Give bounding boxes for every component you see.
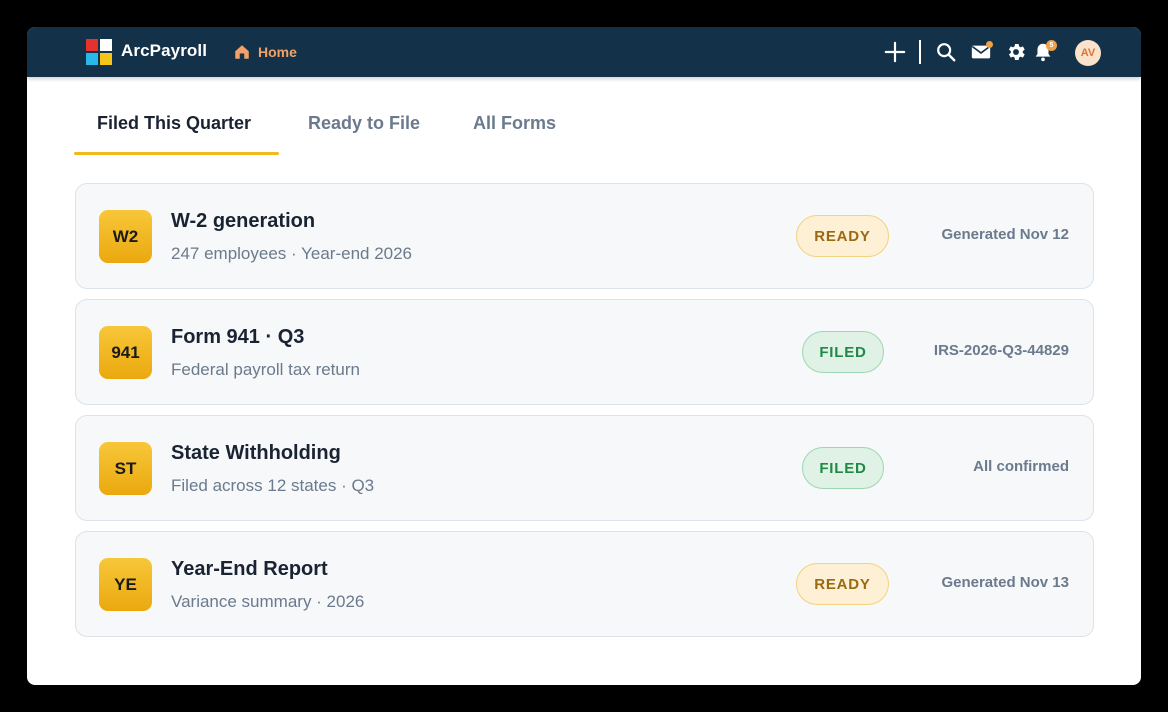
gear-icon [1008, 44, 1025, 60]
form-meta: Generated Nov 12 [941, 226, 1069, 243]
active-tab-indicator [74, 152, 279, 155]
status-badge: READY [796, 215, 889, 257]
settings-button[interactable] [1004, 40, 1028, 64]
nav-divider [919, 40, 921, 64]
form-title: W-2 generation [171, 210, 316, 232]
form-subtitle: Filed across 12 states · Q3 [171, 476, 375, 495]
form-code-badge: 941 [99, 326, 152, 379]
form-title: Form 941 · Q3 [171, 326, 305, 348]
home-link-label: Home [258, 44, 297, 60]
form-subtitle: Variance summary · 2026 [171, 592, 365, 611]
home-link[interactable]: Home [233, 42, 297, 62]
form-card-year-end-report[interactable]: YE Year-End Report Variance summary · 20… [75, 531, 1094, 637]
form-meta: IRS-2026-Q3-44829 [933, 342, 1069, 359]
plus-icon [884, 41, 906, 63]
app-window: ArcPayroll Home 5 AV Filed This Quarter … [27, 27, 1141, 685]
form-subtitle: Federal payroll tax return [171, 360, 360, 379]
status-badge: FILED [802, 331, 884, 373]
home-icon [235, 45, 249, 59]
notification-count-badge: 5 [1046, 40, 1057, 51]
add-button[interactable] [883, 40, 907, 64]
form-code-badge: YE [99, 558, 152, 611]
form-title: Year-End Report [171, 558, 328, 580]
user-avatar[interactable]: AV [1075, 40, 1101, 66]
brand-logo-icon[interactable] [86, 39, 113, 66]
form-card-state-withholding[interactable]: ST State Withholding Filed across 12 sta… [75, 415, 1094, 521]
search-icon [937, 43, 956, 62]
mail-unread-dot [986, 41, 993, 48]
search-button[interactable] [934, 40, 958, 64]
form-title: State Withholding [171, 442, 341, 464]
mail-button[interactable] [969, 40, 993, 64]
form-subtitle: 247 employees · Year-end 2026 [171, 244, 413, 263]
form-code-badge: W2 [99, 210, 152, 263]
brand-name[interactable]: ArcPayroll [121, 41, 207, 61]
form-code-badge: ST [99, 442, 152, 495]
form-meta: All confirmed [973, 458, 1069, 475]
status-badge: READY [796, 563, 889, 605]
form-meta: Generated Nov 13 [941, 574, 1069, 591]
tab-ready-to-file[interactable]: Ready to File [308, 113, 420, 159]
status-badge: FILED [802, 447, 884, 489]
top-nav-bar: ArcPayroll Home 5 AV [27, 27, 1141, 77]
form-card-941[interactable]: 941 Form 941 · Q3 Federal payroll tax re… [75, 299, 1094, 405]
tab-all-forms[interactable]: All Forms [473, 113, 556, 159]
form-card-w2[interactable]: W2 W-2 generation 247 employees · Year-e… [75, 183, 1094, 289]
